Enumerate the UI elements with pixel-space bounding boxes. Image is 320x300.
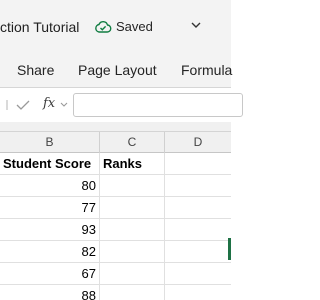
cell-c-header[interactable]: Ranks <box>100 153 165 175</box>
formula-bar-divider <box>0 122 231 132</box>
column-headers: B C D <box>0 132 231 153</box>
cell-rank[interactable] <box>100 197 165 219</box>
cell-d[interactable] <box>165 285 231 300</box>
formula-input[interactable] <box>73 93 243 117</box>
chevron-down-icon[interactable] <box>190 20 202 30</box>
cancel-x-icon[interactable] <box>6 99 8 111</box>
cell-b-header[interactable]: Student Score <box>0 153 100 175</box>
cell-score[interactable]: 82 <box>0 241 100 263</box>
tab-page-layout[interactable]: Page Layout <box>78 62 157 78</box>
spreadsheet-grid: Student Score Ranks 80 77 93 82 67 88 <box>0 153 231 300</box>
saved-label: Saved <box>116 19 153 34</box>
checkmark-icon[interactable] <box>16 99 30 111</box>
cell-d[interactable] <box>165 241 231 263</box>
cell-d[interactable] <box>165 175 231 197</box>
table-row: 77 <box>0 197 231 219</box>
cell-rank[interactable] <box>100 285 165 300</box>
saved-status[interactable]: Saved <box>94 19 153 34</box>
column-header-b[interactable]: B <box>0 132 100 153</box>
column-header-d[interactable]: D <box>165 132 231 153</box>
table-row: 82 <box>0 241 231 263</box>
table-row: 88 <box>0 285 231 300</box>
table-row: Student Score Ranks <box>0 153 231 175</box>
document-title[interactable]: ction Tutorial <box>0 19 79 35</box>
tab-share[interactable]: Share <box>17 62 54 78</box>
cell-score[interactable]: 67 <box>0 263 100 285</box>
table-row: 80 <box>0 175 231 197</box>
formula-bar: fx <box>0 88 243 122</box>
selection-edge-marker <box>228 238 231 260</box>
column-header-c[interactable]: C <box>100 132 165 153</box>
chevron-down-icon[interactable] <box>60 102 68 108</box>
cloud-check-icon <box>95 20 112 33</box>
title-bar: ction Tutorial Saved <box>0 0 231 54</box>
cell-rank[interactable] <box>100 263 165 285</box>
cell-d[interactable] <box>165 219 231 241</box>
table-row: 67 <box>0 263 231 285</box>
cell-d[interactable] <box>165 197 231 219</box>
cell-rank[interactable] <box>100 241 165 263</box>
formula-controls: fx <box>6 96 68 114</box>
table-row: 93 <box>0 219 231 241</box>
ribbon-tabs: Share Page Layout Formula <box>0 54 232 87</box>
cell-score[interactable]: 88 <box>0 285 100 300</box>
cell-d[interactable] <box>165 263 231 285</box>
cell-score[interactable]: 93 <box>0 219 100 241</box>
cell-rank[interactable] <box>100 175 165 197</box>
cell-score[interactable]: 77 <box>0 197 100 219</box>
cell-rank[interactable] <box>100 219 165 241</box>
tab-formulas[interactable]: Formula <box>181 62 232 78</box>
cell-d-header[interactable] <box>165 153 231 175</box>
cell-score[interactable]: 80 <box>0 175 100 197</box>
insert-function-icon[interactable]: fx <box>43 96 55 111</box>
